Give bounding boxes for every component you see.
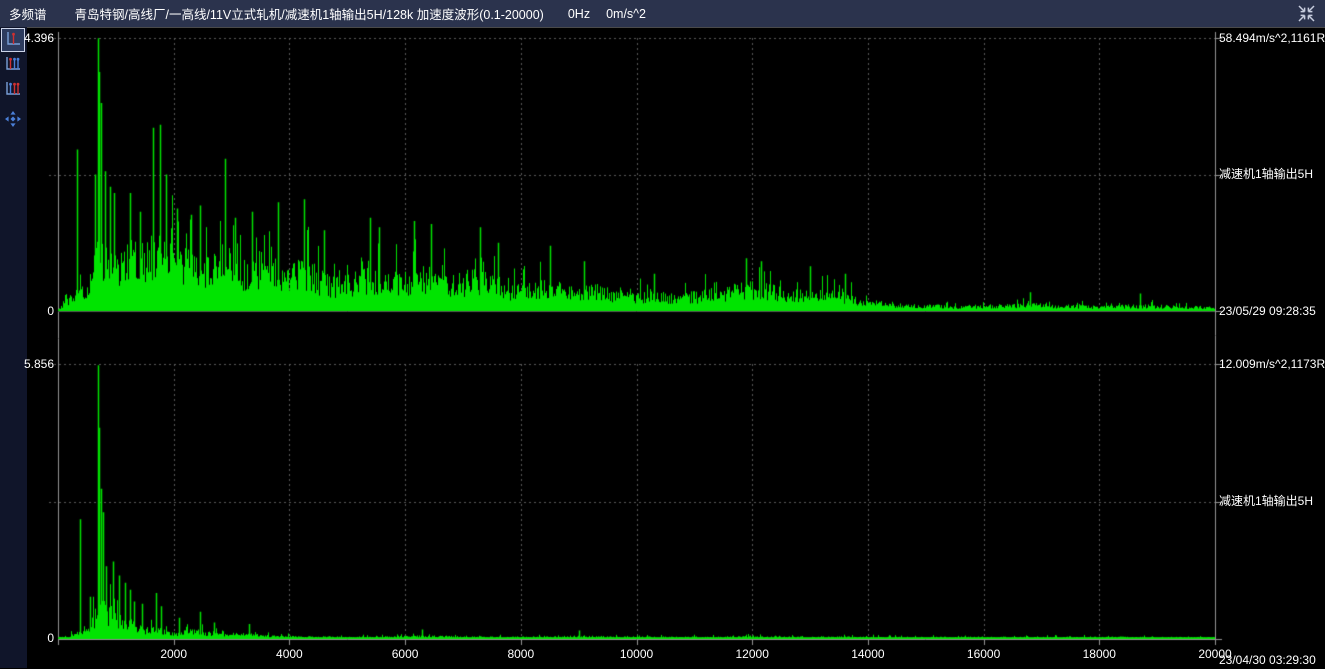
x-axis-tick-label: 14000 <box>838 647 898 661</box>
x-axis-tick-label: 20000 <box>1185 647 1245 661</box>
x-axis-tick-label: 16000 <box>954 647 1014 661</box>
collapse-window-icon[interactable] <box>1297 4 1316 23</box>
multi-spectrum-tool-button[interactable] <box>1 53 25 77</box>
plot1-ymax-label: 4.396 <box>14 31 54 45</box>
plot1-channel-label: 减速机1轴输出5H <box>1219 167 1325 181</box>
plot1-ymin-label: 0 <box>14 304 54 318</box>
plot1-peak-info-label: 58.494m/s^2,1161RP <box>1219 31 1325 45</box>
chart-area[interactable]: 4.396 0 58.494m/s^2,1161RP 减速机1轴输出5H 23/… <box>27 27 1325 668</box>
multi-spectrum-alt-tool-button[interactable] <box>1 78 25 102</box>
x-axis-tick-label: 2000 <box>144 647 204 661</box>
pan-tool-button[interactable] <box>1 109 25 133</box>
multi-spectrum-icon <box>4 54 22 77</box>
x-axis-tick-label: 18000 <box>1069 647 1129 661</box>
plot2-peak-info-label: 12.009m/s^2,1173RP <box>1219 357 1325 371</box>
titlebar: 多频谱 青岛特钢/高线厂/一高线/11V立式轧机/减速机1轴输出5H/128k … <box>0 0 1325 27</box>
plot2-channel-label: 减速机1轴输出5H <box>1219 494 1325 508</box>
multi-spectrum-alt-icon <box>4 79 22 102</box>
app-window: 多频谱 青岛特钢/高线厂/一高线/11V立式轧机/减速机1轴输出5H/128k … <box>0 0 1325 668</box>
plot2-ymin-label: 0 <box>14 631 54 645</box>
x-axis-tick-label: 6000 <box>375 647 435 661</box>
x-axis-tick-label: 10000 <box>607 647 667 661</box>
x-axis-tick-label: 4000 <box>259 647 319 661</box>
toolbar-sidebar <box>0 27 27 668</box>
x-axis-tick-label: 12000 <box>722 647 782 661</box>
cursor-frequency-readout: 0Hz <box>568 7 590 21</box>
plot2-ymax-label: 5.856 <box>14 357 54 371</box>
pan-move-icon <box>4 110 22 133</box>
signal-path-breadcrumb: 青岛特钢/高线厂/一高线/11V立式轧机/减速机1轴输出5H/128k 加速度波… <box>75 4 544 23</box>
x-axis-tick-label: 8000 <box>491 647 551 661</box>
plot1-timestamp-label: 23/05/29 09:28:35 <box>1219 304 1325 318</box>
cursor-amplitude-readout: 0m/s^2 <box>606 7 646 21</box>
app-title: 多频谱 <box>9 4 47 23</box>
spectrum-canvas[interactable] <box>27 28 1325 669</box>
